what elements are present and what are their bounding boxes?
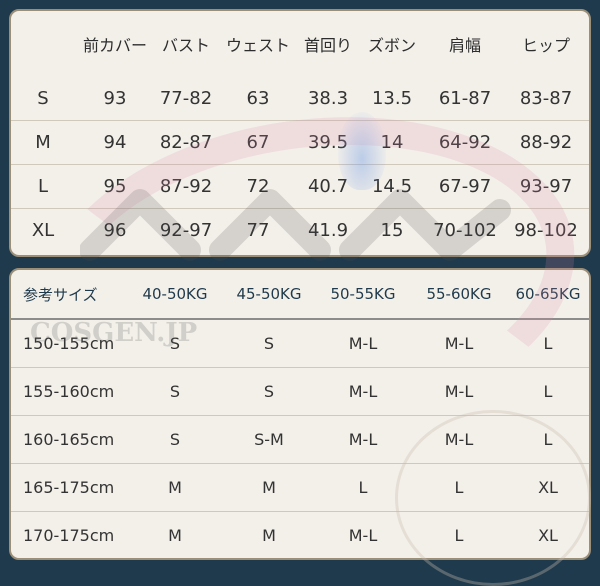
- table-cell: M-L: [315, 367, 411, 416]
- table-row: M 94 82-87 67 39.5 14 64-92 88-92: [11, 120, 589, 165]
- table-cell: L: [543, 334, 553, 353]
- table-cell: 63: [246, 88, 270, 109]
- reference-header-label: 参考サイズ: [11, 270, 127, 320]
- table-cell: 38.3: [307, 88, 349, 109]
- table-row: L 95 87-92 72 40.7 14.5 67-97 93-97: [11, 164, 589, 209]
- reference-header-weight: 55-60KG: [411, 270, 507, 320]
- table-cell: S: [169, 334, 181, 353]
- table-cell: 87-92: [155, 164, 217, 209]
- table-cell: 72: [217, 164, 299, 209]
- table-cell: 61-87: [438, 88, 492, 109]
- measurement-header-size: [11, 11, 75, 77]
- reference-panel: 参考サイズ 40-50KG 45-50KG 50-55KG 55-60KG 60…: [9, 268, 591, 560]
- table-cell: 88-92: [503, 120, 589, 165]
- table-cell: 14.5: [357, 164, 427, 209]
- reference-header-row: 参考サイズ 40-50KG 45-50KG 50-55KG 55-60KG 60…: [11, 270, 589, 320]
- table-cell: 70-102: [427, 208, 503, 252]
- table-cell: L: [507, 367, 589, 416]
- table-cell: 95: [75, 164, 155, 209]
- size-label: L: [11, 164, 75, 209]
- table-cell: 96: [75, 208, 155, 252]
- table-row: 155-160cm S S M-L M-L L: [11, 367, 589, 416]
- table-row: 170-175cm M M M-L L XL: [11, 511, 589, 558]
- height-label: 165-175cm: [11, 463, 127, 512]
- table-cell: L: [507, 415, 589, 464]
- reference-header-weight: 60-65KG: [507, 270, 589, 320]
- height-label: 160-165cm: [11, 415, 127, 464]
- table-cell: L: [315, 463, 411, 512]
- table-cell: 98-102: [503, 208, 589, 252]
- table-cell: 67-97: [427, 164, 503, 209]
- table-cell: M: [223, 511, 315, 558]
- table-cell: 93-97: [503, 164, 589, 209]
- table-row: S 93 77-82 63 38.3 13.5 61-87 83-87: [11, 77, 589, 121]
- table-cell: 67: [217, 120, 299, 165]
- table-cell: 94: [75, 120, 155, 165]
- table-cell: M: [127, 463, 223, 512]
- height-label: 155-160cm: [11, 367, 127, 416]
- size-label: M: [11, 120, 75, 165]
- table-cell: 15: [357, 208, 427, 252]
- measurement-header-bust: バスト: [161, 36, 210, 55]
- table-cell: 83-87: [519, 88, 573, 109]
- reference-header-weight: 45-50KG: [223, 270, 315, 320]
- table-cell: 77: [217, 208, 299, 252]
- table-row: XL 96 92-97 77 41.9 15 70-102 98-102: [11, 208, 589, 252]
- table-cell: S-M: [223, 415, 315, 464]
- reference-header-weight: 40-50KG: [127, 270, 223, 320]
- measurement-header-pants: ズボン: [367, 36, 416, 55]
- table-cell: 40.7: [299, 164, 357, 209]
- table-cell: M-L: [411, 415, 507, 464]
- measurement-header-hip: ヒップ: [521, 36, 570, 55]
- table-cell: M-L: [315, 415, 411, 464]
- table-cell: S: [127, 415, 223, 464]
- table-cell: XL: [507, 463, 589, 512]
- measurement-panel: 前カバー バスト ウェスト 首回り ズボン 肩幅 ヒップ S 93 77-82 …: [9, 9, 591, 257]
- table-cell: M: [223, 463, 315, 512]
- table-cell: 82-87: [155, 120, 217, 165]
- table-row: 160-165cm S S-M M-L M-L L: [11, 415, 589, 464]
- size-label: S: [37, 88, 49, 109]
- measurement-header-front: 前カバー: [82, 36, 147, 55]
- size-label: XL: [11, 208, 75, 252]
- table-cell: S: [263, 334, 275, 353]
- table-cell: 93: [103, 88, 127, 109]
- table-cell: 64-92: [427, 120, 503, 165]
- table-cell: M-L: [444, 334, 474, 353]
- table-cell: 14: [357, 120, 427, 165]
- table-cell: M-L: [315, 511, 411, 558]
- table-cell: 77-82: [159, 88, 213, 109]
- table-cell: M: [127, 511, 223, 558]
- table-cell: M-L: [411, 367, 507, 416]
- measurement-header-row: 前カバー バスト ウェスト 首回り ズボン 肩幅 ヒップ: [11, 11, 589, 77]
- measurement-table: 前カバー バスト ウェスト 首回り ズボン 肩幅 ヒップ S 93 77-82 …: [11, 11, 589, 252]
- table-cell: 92-97: [155, 208, 217, 252]
- table-cell: L: [411, 511, 507, 558]
- measurement-header-neck: 首回り: [303, 36, 352, 55]
- reference-size-table: 参考サイズ 40-50KG 45-50KG 50-55KG 55-60KG 60…: [11, 270, 589, 558]
- measurement-header-shoulder: 肩幅: [448, 36, 481, 55]
- table-cell: XL: [507, 511, 589, 558]
- reference-header-weight: 50-55KG: [315, 270, 411, 320]
- table-cell: 13.5: [371, 88, 413, 109]
- measurement-header-waist: ウェスト: [225, 36, 290, 55]
- height-label: 170-175cm: [11, 511, 127, 558]
- table-row: 150-155cm S S M-L M-L L: [11, 319, 589, 368]
- table-cell: L: [411, 463, 507, 512]
- table-cell: S: [127, 367, 223, 416]
- table-cell: 39.5: [299, 120, 357, 165]
- table-cell: 41.9: [299, 208, 357, 252]
- table-cell: M-L: [348, 334, 378, 353]
- table-row: 165-175cm M M L L XL: [11, 463, 589, 512]
- table-cell: S: [223, 367, 315, 416]
- height-label: 150-155cm: [23, 334, 115, 353]
